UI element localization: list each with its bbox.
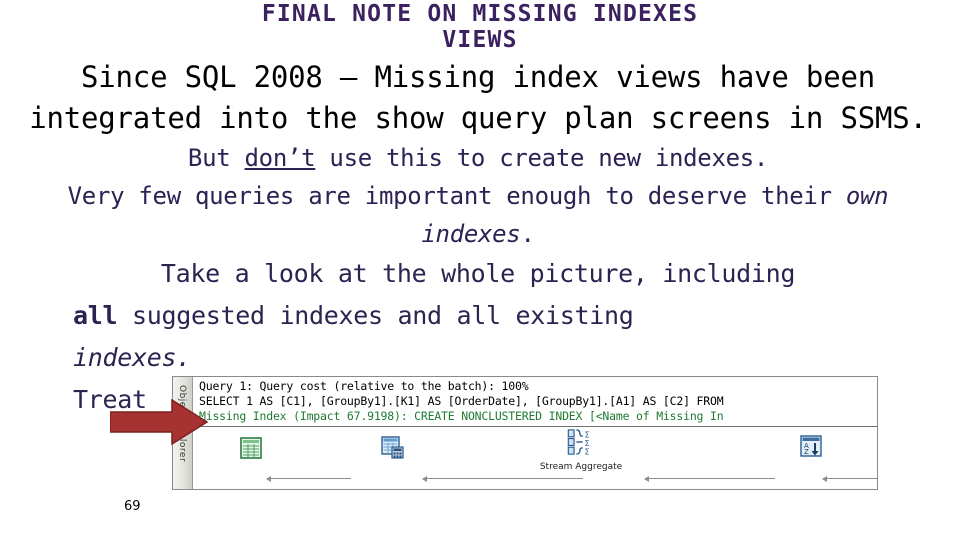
plan-node-compute-scalar[interactable] xyxy=(345,435,441,466)
svg-text:Z: Z xyxy=(804,448,809,456)
plan-node-result[interactable] xyxy=(203,435,299,466)
page-number: 69 xyxy=(124,499,141,514)
plan-connector-2 xyxy=(422,475,583,482)
l2b-post: . xyxy=(520,220,535,248)
plan-node-stream-aggregate-label: Stream Aggregate xyxy=(539,462,623,472)
query-plan-diagram: Σ Σ Σ Stream Aggregate A Z xyxy=(193,427,877,489)
query-plan-text-header: Query 1: Query cost (relative to the bat… xyxy=(193,377,877,427)
l2b-pre: Very few queries are important enough to… xyxy=(67,182,846,210)
plan-connector-1 xyxy=(266,475,351,482)
bullet-level2-b: Very few queries are important enough to… xyxy=(18,177,938,253)
title-block: FINAL NOTE ON MISSING INDEXES VIEWS xyxy=(0,0,960,53)
l3b-emphasis-all: all xyxy=(73,301,118,330)
plan-line-missing-index: Missing Index (Impact 67.9198): CREATE N… xyxy=(199,409,724,423)
slide-body: Since SQL 2008 – Missing index views hav… xyxy=(0,57,960,421)
page-title-line-1: FINAL NOTE ON MISSING INDEXES xyxy=(261,1,699,27)
plan-line-select-statement: SELECT 1 AS [C1], [GroupBy1].[K1] AS [Or… xyxy=(199,394,724,408)
page-title-line-2: VIEWS xyxy=(442,27,518,53)
plan-node-stream-aggregate[interactable]: Σ Σ Σ Stream Aggregate xyxy=(533,427,629,472)
sort-az-icon: A Z xyxy=(800,435,822,457)
l3c-emphasis-indexes: indexes. xyxy=(73,343,192,372)
l2a-pre: But xyxy=(187,144,245,172)
plan-connector-4 xyxy=(822,475,877,482)
ssms-main-pane: Query 1: Query cost (relative to the bat… xyxy=(193,377,877,489)
l2a-post: use this to create new indexes. xyxy=(315,144,769,172)
l3b-rest: suggested indexes and all existing xyxy=(117,301,634,330)
plan-line-query-cost: Query 1: Query cost (relative to the bat… xyxy=(199,379,529,393)
bullet-level3-b: all suggested indexes and all existing xyxy=(18,295,938,337)
result-grid-icon xyxy=(240,437,262,459)
compute-scalar-icon xyxy=(381,436,404,459)
plan-node-sort[interactable]: A Z xyxy=(763,433,859,464)
bullet-level3-a: Take a look at the whole picture, includ… xyxy=(160,259,796,288)
ssms-query-plan-screenshot: Object Explorer Query 1: Query cost (rel… xyxy=(172,376,878,490)
plan-connector-3 xyxy=(644,475,775,482)
red-block-arrow xyxy=(110,399,208,445)
bullet-level3-c: indexes. xyxy=(18,337,938,379)
l2a-emphasis-dont: don’t xyxy=(244,144,316,172)
svg-text:Σ: Σ xyxy=(584,448,589,457)
stream-aggregate-icon: Σ Σ Σ xyxy=(567,429,590,457)
bullet-level2-a: But don’t use this to create new indexes… xyxy=(18,139,938,177)
bullet-level1: Since SQL 2008 – Missing index views hav… xyxy=(29,60,927,135)
